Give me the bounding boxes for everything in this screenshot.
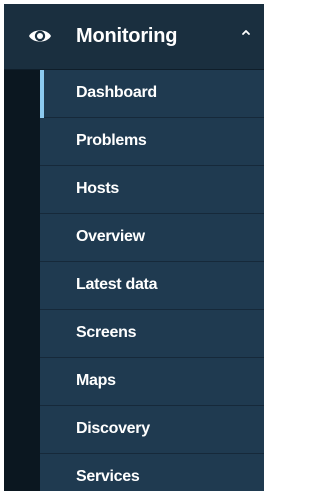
menu-item-hosts[interactable]: Hosts (40, 166, 264, 214)
menu-item-label: Discovery (76, 420, 150, 437)
menu-item-label: Screens (76, 324, 137, 341)
section-title: Monitoring (76, 25, 178, 47)
menu-item-latest-data[interactable]: Latest data (40, 262, 264, 310)
menu-item-label: Latest data (76, 276, 158, 293)
menu-item-services[interactable]: Services (40, 454, 264, 491)
menu-item-discovery[interactable]: Discovery (40, 406, 264, 454)
chevron-up-icon (242, 30, 250, 35)
menu-item-maps[interactable]: Maps (40, 358, 264, 406)
menu-item-label: Services (76, 468, 140, 485)
monitoring-submenu: Dashboard Problems Hosts Overview Latest… (40, 70, 264, 491)
menu-item-label: Overview (76, 228, 145, 245)
sidebar-menu: Monitoring Dashboard Problems Hosts Over… (4, 4, 264, 491)
menu-gutter (4, 70, 40, 491)
menu-item-label: Hosts (76, 180, 119, 197)
menu-item-label: Maps (76, 372, 116, 389)
menu-item-label: Problems (76, 132, 147, 149)
menu-item-dashboard[interactable]: Dashboard (40, 70, 264, 118)
menu-item-overview[interactable]: Overview (40, 214, 264, 262)
monitoring-section-header[interactable]: Monitoring (4, 4, 264, 70)
eye-icon (29, 30, 51, 42)
menu-item-problems[interactable]: Problems (40, 118, 264, 166)
menu-item-label: Dashboard (76, 84, 157, 101)
menu-item-screens[interactable]: Screens (40, 310, 264, 358)
